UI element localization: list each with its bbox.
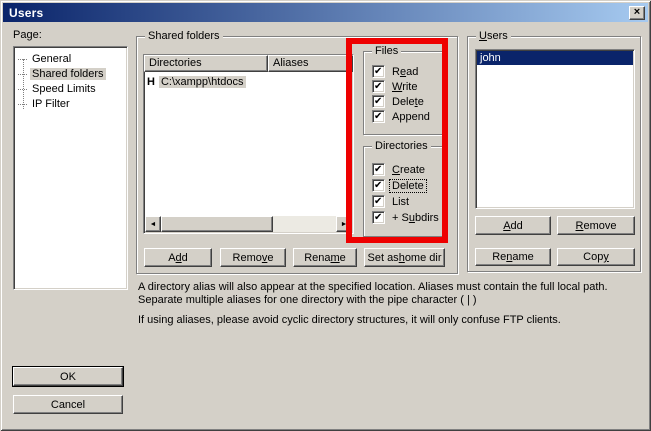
delete-dir-checkbox[interactable]	[372, 179, 385, 192]
directory-path: C:\xampp\htdocs	[159, 76, 246, 88]
checkbox-subdirs[interactable]: + Subdirs	[372, 211, 446, 224]
checkbox-delete-file[interactable]: Delete	[372, 95, 442, 108]
create-checkbox[interactable]	[372, 163, 385, 176]
list-checkbox[interactable]	[372, 195, 385, 208]
tree-item-speed-limits[interactable]: Speed Limits	[14, 82, 127, 97]
scrollbar-thumb[interactable]	[161, 216, 273, 232]
checkbox-read[interactable]: Read	[372, 65, 442, 78]
remove-user-button[interactable]: Remove	[557, 216, 635, 235]
user-row-john[interactable]: john	[477, 51, 633, 65]
page-label: Page:	[13, 29, 42, 41]
set-home-dir-button[interactable]: Set as home dir	[364, 248, 445, 267]
cyclic-note: If using aliases, please avoid cyclic di…	[138, 314, 646, 327]
add-folder-button[interactable]: Add	[144, 248, 212, 267]
tree-item-shared-folders[interactable]: Shared folders	[14, 67, 127, 82]
checkbox-append[interactable]: Append	[372, 110, 442, 123]
tree-branch-icon	[18, 74, 27, 75]
read-checkbox[interactable]	[372, 65, 385, 78]
append-checkbox[interactable]	[372, 110, 385, 123]
add-user-button[interactable]: Add	[475, 216, 551, 235]
files-group-label: Files	[372, 45, 401, 57]
tree-branch-icon	[18, 104, 27, 105]
users-group: Users john Add Remove Rename Copy	[467, 36, 641, 272]
tree-item-general[interactable]: General	[14, 52, 127, 67]
users-dialog: Users × Page: General Shared folders Spe…	[0, 0, 651, 431]
users-group-label: Users	[476, 30, 511, 42]
scrollbar-track[interactable]	[273, 216, 336, 232]
tree-branch-icon	[18, 89, 27, 90]
checkbox-delete-dir[interactable]: Delete	[372, 179, 446, 192]
copy-user-button[interactable]: Copy	[557, 248, 635, 266]
page-tree[interactable]: General Shared folders Speed Limits IP F…	[13, 46, 128, 290]
shared-folders-list[interactable]: Directories Aliases H C:\xampp\htdocs ◄ ►	[143, 54, 354, 234]
close-icon[interactable]: ×	[629, 6, 645, 20]
checkbox-write[interactable]: Write	[372, 80, 442, 93]
checkbox-list[interactable]: List	[372, 195, 446, 208]
shared-folders-group: Shared folders Directories Aliases HC:\x…	[136, 36, 458, 274]
write-checkbox[interactable]	[372, 80, 385, 93]
files-permissions-group: Files Read Write Delete Append	[363, 51, 443, 135]
notes-text: A directory alias will also appear at th…	[138, 281, 646, 327]
subdirs-checkbox[interactable]	[372, 211, 385, 224]
delete-file-checkbox[interactable]	[372, 95, 385, 108]
directories-group-label: Directories	[372, 140, 431, 152]
column-header-directories[interactable]: Directories	[144, 55, 268, 72]
alias-note: A directory alias will also appear at th…	[138, 281, 646, 307]
shared-folders-group-label: Shared folders	[145, 30, 223, 42]
rename-folder-button[interactable]: Rename	[293, 248, 357, 267]
directories-permissions-group: Directories Create Delete List + Subdirs	[363, 146, 447, 237]
cancel-button[interactable]: Cancel	[13, 395, 123, 414]
column-header-aliases[interactable]: Aliases	[268, 55, 353, 72]
checkbox-create[interactable]: Create	[372, 163, 446, 176]
scroll-right-icon[interactable]: ►	[336, 216, 352, 232]
remove-folder-button[interactable]: Remove	[220, 248, 286, 267]
rename-user-button[interactable]: Rename	[475, 248, 551, 266]
shared-folders-list-header: Directories Aliases	[144, 55, 353, 72]
users-list[interactable]: john	[475, 49, 635, 209]
title-bar[interactable]: Users ×	[3, 3, 648, 22]
ok-button[interactable]: OK	[13, 367, 123, 386]
horizontal-scrollbar[interactable]: ◄ ►	[145, 216, 352, 232]
window-title: Users	[9, 6, 43, 20]
home-dir-marker: H	[147, 76, 155, 88]
tree-item-ip-filter[interactable]: IP Filter	[14, 97, 127, 112]
shared-folder-row[interactable]: H C:\xampp\htdocs	[147, 76, 353, 88]
tree-branch-icon	[18, 59, 27, 60]
scroll-left-icon[interactable]: ◄	[145, 216, 161, 232]
